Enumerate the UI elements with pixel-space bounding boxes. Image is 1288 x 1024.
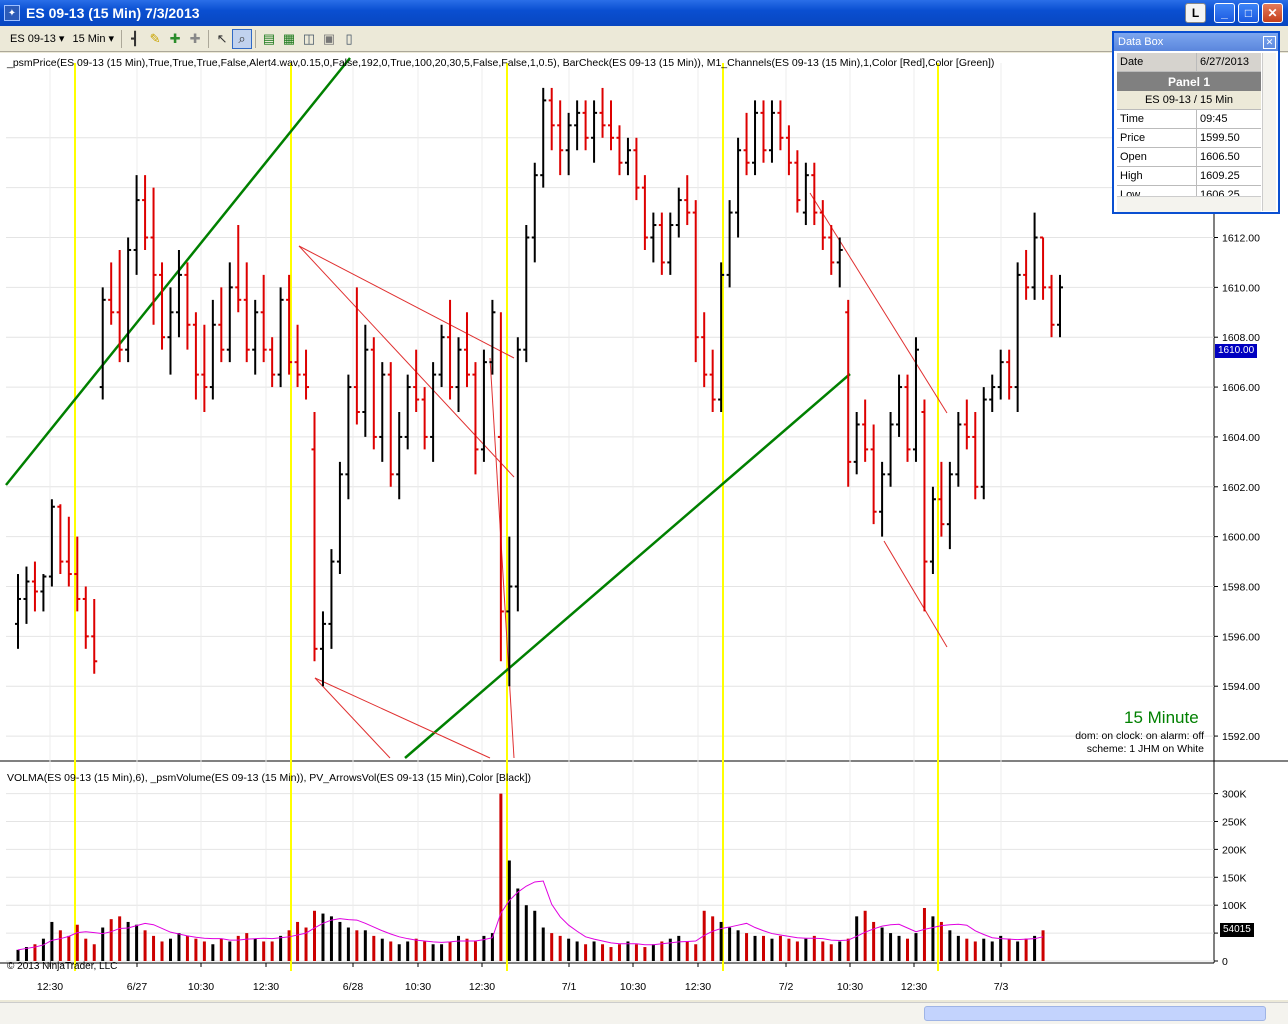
volume-tick-label: 0: [1222, 956, 1228, 968]
price-tick-label: 1594.00: [1222, 681, 1260, 693]
price-tick-label: 1608.00: [1222, 332, 1260, 344]
data-box-row-open: Open 1606.50: [1117, 148, 1261, 167]
data-box-value: 09:45: [1200, 113, 1228, 125]
window-title: ES 09-13 (15 Min) 7/3/2013: [26, 5, 200, 21]
copyright: © 2013 NinjaTrader, LLC: [7, 961, 118, 972]
price-volume-chart[interactable]: 1616.001614.001612.001610.001608.001606.…: [0, 53, 1288, 1000]
scrollbar-thumb[interactable]: [924, 1006, 1266, 1021]
volume-panel-indicator-label: VOLMA(ES 09-13 (15 Min),6), _psmVolume(E…: [7, 772, 532, 784]
volume-tick-label: 100K: [1222, 900, 1247, 912]
data-box-table: Date 6/27/2013 Panel 1 ES 09-13 / 15 Min…: [1117, 53, 1261, 205]
time-tick-label: 10:30: [188, 981, 214, 993]
data-box-row-time: Time 09:45: [1117, 110, 1261, 129]
strategies-icon[interactable]: ▦: [279, 29, 299, 49]
time-tick-label: 7/3: [994, 981, 1009, 993]
indicators-icon[interactable]: ▤: [259, 29, 279, 49]
price-tick-label: 1612.00: [1222, 233, 1260, 245]
status-line-2: scheme: 1 JHM on White: [1086, 743, 1204, 755]
time-tick-label: 12:30: [901, 981, 927, 993]
draw-pencil-icon[interactable]: ✎: [145, 29, 165, 49]
crosshair-global-icon[interactable]: ✚: [185, 29, 205, 49]
price-tick-label: 1610.00: [1222, 282, 1260, 294]
data-box-instrument: ES 09-13 / 15 Min: [1117, 91, 1261, 110]
instrument-value: ES 09-13: [10, 32, 56, 45]
timeframe-label: 15 Minute: [1124, 708, 1199, 727]
chart-toolbar: ES 09-13 ▾ 15 Min ▾ ┫ ✎ ✚ ✚ ↖ ⌕ ▤ ▦ ◫ ▣ …: [0, 26, 1288, 52]
data-box-value: 1599.50: [1200, 132, 1240, 144]
data-box-icon[interactable]: ▣: [319, 29, 339, 49]
data-box-vertical-scrollbar[interactable]: [1262, 53, 1276, 211]
toolbar-separator: [255, 29, 257, 48]
price-tick-label: 1598.00: [1222, 582, 1260, 594]
chart-trader-icon[interactable]: ▯: [339, 29, 359, 49]
price-tick-label: 1604.00: [1222, 432, 1260, 444]
data-box-panel-header: Panel 1: [1117, 72, 1261, 91]
minimize-button[interactable]: _: [1214, 3, 1235, 23]
close-button[interactable]: ✕: [1262, 3, 1283, 23]
status-line-1: dom: on clock: on alarm: off: [1075, 730, 1204, 742]
red-channel-line: [489, 357, 515, 759]
data-box-row-high: High 1609.25: [1117, 167, 1261, 186]
link-button[interactable]: L: [1185, 3, 1206, 23]
instrument-selector[interactable]: ES 09-13 ▾: [6, 29, 68, 49]
data-box-title: Data Box: [1118, 36, 1164, 48]
bar-type-icon[interactable]: ┫: [125, 29, 145, 49]
time-tick-label: 12:30: [685, 981, 711, 993]
volume-tick-label: 150K: [1222, 872, 1247, 884]
time-tick-label: 6/27: [127, 981, 148, 993]
time-tick-label: 10:30: [837, 981, 863, 993]
data-box-key: Price: [1117, 129, 1197, 147]
toolbar-separator: [121, 29, 123, 48]
time-tick-label: 12:30: [253, 981, 279, 993]
data-box-key: Time: [1117, 110, 1197, 128]
time-tick-label: 12:30: [469, 981, 495, 993]
data-box-title-bar[interactable]: Data Box ✕: [1114, 33, 1278, 51]
data-box-key: High: [1117, 167, 1197, 185]
time-tick-label: 7/2: [779, 981, 794, 993]
chart-area[interactable]: 1616.001614.001612.001610.001608.001606.…: [0, 53, 1288, 1000]
data-box-value: 1606.50: [1200, 151, 1240, 163]
volume-tick-label: 300K: [1222, 789, 1247, 801]
volume-tick-label: 250K: [1222, 816, 1247, 828]
chart-horizontal-scrollbar[interactable]: [0, 1002, 1288, 1024]
time-tick-label: 7/1: [562, 981, 577, 993]
last-volume-tag: 54015: [1220, 923, 1254, 937]
date-value: 6/27/2013: [1200, 56, 1249, 68]
red-channel-line: [314, 677, 491, 759]
crosshair-icon[interactable]: ✚: [165, 29, 185, 49]
toolbar-separator: [208, 29, 210, 48]
maximize-button[interactable]: □: [1238, 3, 1259, 23]
pointer-icon[interactable]: ↖: [212, 29, 232, 49]
interval-selector[interactable]: 15 Min ▾: [68, 29, 118, 49]
data-box-window[interactable]: Data Box ✕ Date 6/27/2013 Panel 1 ES 09-…: [1112, 31, 1280, 214]
data-box-close-icon[interactable]: ✕: [1263, 35, 1276, 49]
price-tick-label: 1606.00: [1222, 382, 1260, 394]
price-tick-label: 1592.00: [1222, 731, 1260, 743]
data-box-horizontal-scrollbar[interactable]: [1117, 196, 1261, 212]
interval-value: 15 Min: [72, 32, 106, 45]
data-box-key: Open: [1117, 148, 1197, 166]
data-box-date-row: Date 6/27/2013: [1117, 53, 1261, 72]
price-tick-label: 1600.00: [1222, 532, 1260, 544]
time-tick-label: 10:30: [620, 981, 646, 993]
price-tick-label: 1596.00: [1222, 631, 1260, 643]
window-title-bar[interactable]: ✦ ES 09-13 (15 Min) 7/3/2013: [0, 0, 1288, 26]
time-tick-label: 6/28: [343, 981, 364, 993]
chart-properties-icon[interactable]: ◫: [299, 29, 319, 49]
date-label: Date: [1117, 53, 1197, 71]
time-tick-label: 12:30: [37, 981, 63, 993]
time-tick-label: 10:30: [405, 981, 431, 993]
zoom-icon[interactable]: ⌕: [232, 28, 253, 49]
data-box-value: 1609.25: [1200, 170, 1240, 182]
data-box-row-price: Price 1599.50: [1117, 129, 1261, 148]
price-tick-label: 1602.00: [1222, 482, 1260, 494]
last-price-tag: 1610.00: [1215, 344, 1258, 358]
volume-tick-label: 200K: [1222, 844, 1247, 856]
price-panel-indicator-label: _psmPrice(ES 09-13 (15 Min),True,True,Tr…: [7, 57, 995, 69]
ninjatrader-app-icon: ✦: [4, 5, 20, 21]
